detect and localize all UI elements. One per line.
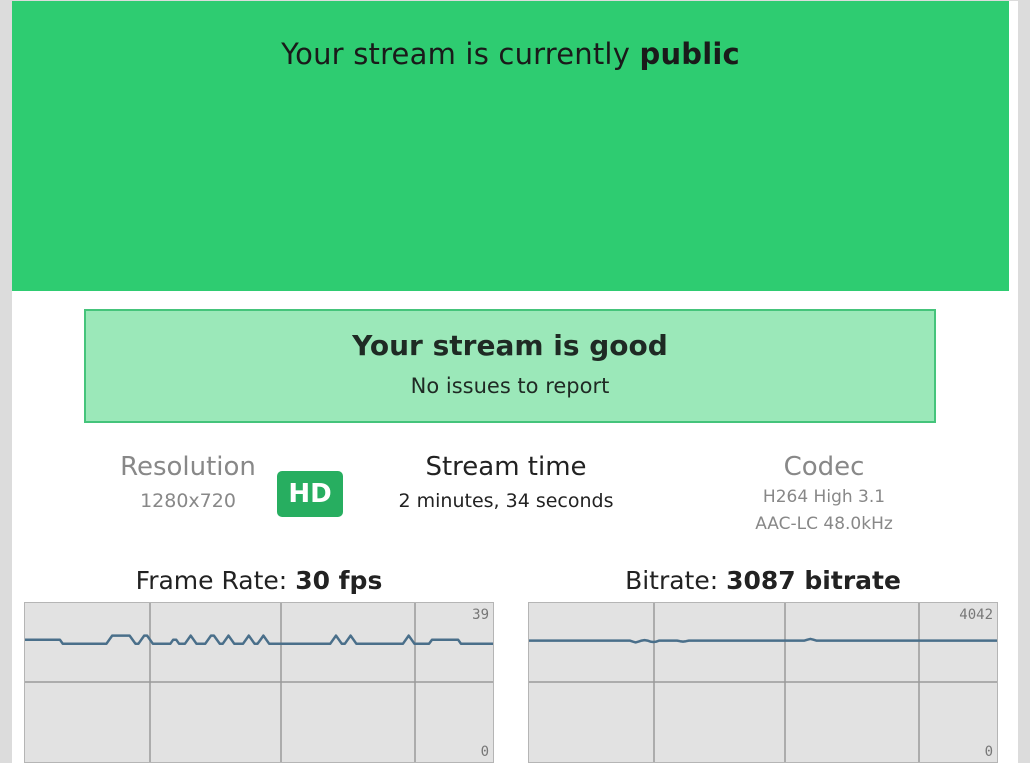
stream-health-box: Your stream is good No issues to report — [84, 309, 936, 423]
codec-audio: AAC-LC 48.0kHz — [755, 514, 893, 534]
bitrate-title: Bitrate: 3087 bitrate — [528, 566, 998, 595]
hd-badge: HD — [277, 471, 343, 517]
bitrate-graph: 4042 0 — [528, 602, 998, 763]
bitrate-value: 3087 bitrate — [726, 566, 901, 595]
resolution-value: 1280x720 — [140, 490, 236, 512]
frame-rate-title: Frame Rate: 30 fps — [24, 566, 494, 595]
bitrate-graph-max: 4042 — [959, 607, 993, 623]
bitrate-series-line — [529, 637, 997, 644]
codec-stat: Codec H264 High 3.1 AAC-LC 48.0kHz — [720, 452, 928, 536]
codec-video: H264 High 3.1 — [762, 487, 886, 507]
frame-rate-graph-svg — [25, 603, 493, 762]
stream-visibility-state: public — [639, 37, 740, 71]
stream-time-value: 2 minutes, 34 seconds — [398, 490, 614, 512]
codec-label: Codec — [783, 452, 865, 482]
frame-rate-graph: 39 0 — [24, 602, 494, 763]
bitrate-graph-min: 0 — [984, 744, 993, 760]
resolution-stat: Resolution 1280x720 — [100, 452, 276, 512]
frame-rate-graph-min: 0 — [480, 744, 489, 760]
stream-health-headline: Your stream is good — [352, 329, 668, 362]
stream-preview: Your stream is currently public — [12, 1, 1009, 291]
stream-visibility-prefix: Your stream is currently — [281, 37, 640, 71]
stream-visibility-title: Your stream is currently public — [12, 37, 1009, 71]
frame-rate-value: 30 fps — [295, 566, 383, 595]
frame-rate-label: Frame Rate: — [135, 566, 296, 595]
bitrate-label: Bitrate: — [625, 566, 727, 595]
stream-time-stat: Stream time 2 minutes, 34 seconds — [380, 452, 632, 512]
stream-health-subtext: No issues to report — [410, 374, 610, 398]
frame-rate-series-line — [25, 634, 493, 646]
frame-rate-graph-max: 39 — [472, 607, 489, 623]
bitrate-graph-svg — [529, 603, 997, 762]
resolution-label: Resolution — [120, 452, 256, 482]
stream-time-label: Stream time — [425, 452, 587, 482]
